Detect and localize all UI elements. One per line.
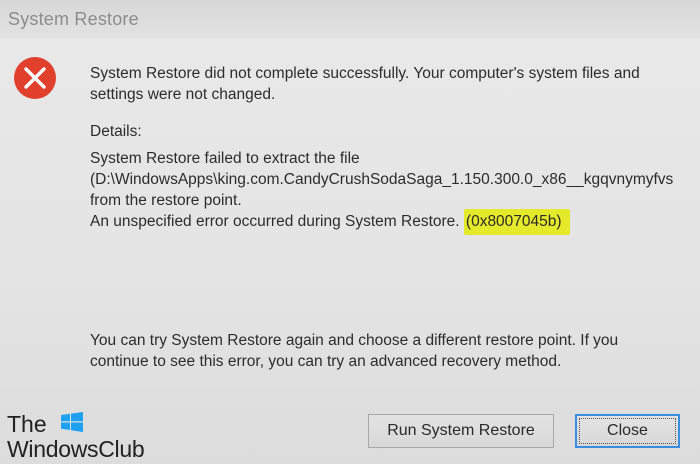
details-text: System Restore failed to extract the fil…	[90, 148, 674, 235]
error-message-line: System Restore did not complete successf…	[90, 65, 640, 82]
focus-rectangle	[579, 418, 676, 444]
thewindowsclub-watermark: The WindowsClub	[4, 409, 154, 462]
error-icon	[14, 57, 56, 99]
recovery-hint-line: You can try System Restore again and cho…	[90, 332, 619, 349]
window-title: System Restore	[8, 9, 139, 29]
details-label: Details:	[90, 123, 142, 140]
watermark-line2: WindowsClub	[7, 436, 145, 462]
details-line: System Restore failed to extract the fil…	[90, 150, 360, 167]
error-message: System Restore did not complete successf…	[90, 63, 640, 105]
title-bar[interactable]: System Restore	[0, 0, 700, 38]
close-button[interactable]: Close	[575, 414, 680, 448]
error-message-line: settings were not changed.	[90, 86, 276, 103]
windows-logo-icon	[61, 412, 83, 432]
details-line-text: An unspecified error occurred during Sys…	[90, 213, 460, 230]
details-line: (D:\WindowsApps\king.com.CandyCrushSodaS…	[90, 171, 674, 188]
details-line: from the restore point.	[90, 192, 242, 209]
details-line-last: An unspecified error occurred during Sys…	[90, 209, 673, 235]
recovery-hint-line: continue to see this error, you can try …	[90, 353, 562, 370]
recovery-hint: You can try System Restore again and cho…	[90, 330, 618, 372]
system-restore-dialog: System Restore System Restore did not co…	[0, 0, 700, 464]
error-code-highlight: (0x8007045b)	[463, 209, 570, 235]
watermark-line1: The	[7, 411, 47, 437]
run-system-restore-button[interactable]: Run System Restore	[368, 414, 554, 448]
